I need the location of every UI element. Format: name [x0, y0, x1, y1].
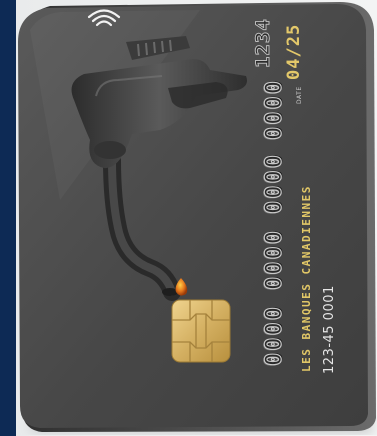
chip-icon — [171, 299, 231, 363]
scene: 0000 0000 0000 0000 1234 DATE 04/25 LES … — [0, 0, 377, 436]
card-illustration — [18, 2, 376, 432]
